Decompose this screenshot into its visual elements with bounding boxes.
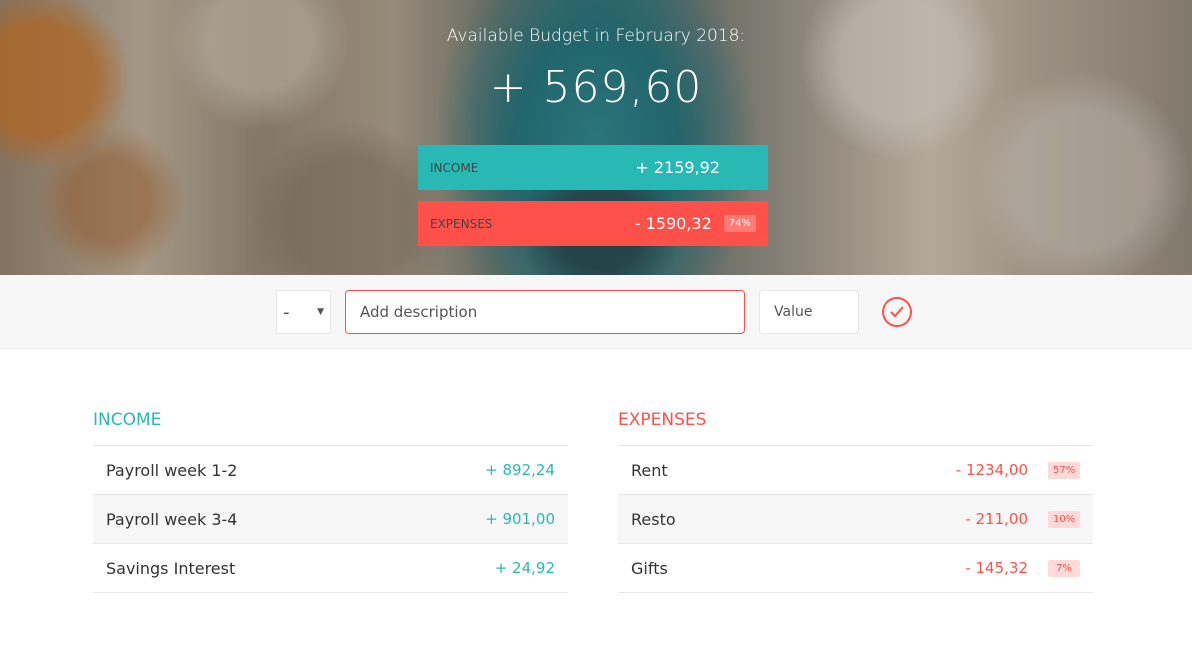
item-description: Savings Interest [106, 558, 236, 578]
header-background: Available Budget in February 2018: + 569… [0, 0, 1192, 275]
item-value: + 901,00 [485, 510, 555, 528]
item-percentage-badge: 10% [1048, 510, 1080, 528]
expenses-summary-percentage: 74% [723, 215, 756, 232]
expenses-summary-label: EXPENSES [430, 216, 493, 231]
budget-title: Available Budget in February 2018: [446, 26, 746, 46]
item-description: Resto [631, 509, 676, 529]
income-summary-label: INCOME [430, 160, 479, 175]
list-item[interactable]: Savings Interest + 24,92 [93, 544, 568, 593]
item-value: - 1234,00 [955, 461, 1028, 479]
chevron-down-icon: ▼ [317, 307, 324, 317]
item-percentage-badge: 7% [1048, 559, 1080, 577]
add-button[interactable] [882, 297, 912, 327]
type-select[interactable]: - ▼ [276, 290, 331, 334]
item-value: - 145,32 [965, 559, 1028, 577]
list-item[interactable]: Gifts - 145,32 7% [618, 544, 1093, 593]
item-value: + 892,24 [485, 461, 555, 479]
expenses-list: EXPENSES Rent - 1234,00 57% Resto - 211,… [618, 410, 1093, 593]
list-item[interactable]: Rent - 1234,00 57% [618, 446, 1093, 495]
item-percentage-badge: 57% [1048, 461, 1080, 479]
budget-value: + 569,60 [489, 62, 703, 113]
type-select-value: - [283, 302, 290, 323]
description-input[interactable] [345, 290, 745, 334]
expenses-summary: EXPENSES - 1590,32 74% [418, 201, 768, 246]
checkmark-icon [890, 306, 904, 318]
item-description: Payroll week 1-2 [106, 460, 238, 480]
expenses-list-title: EXPENSES [618, 410, 1093, 446]
item-value: + 24,92 [494, 559, 555, 577]
income-summary-value: + 2159,92 [635, 158, 720, 177]
income-summary: INCOME + 2159,92 [418, 145, 768, 190]
item-description: Rent [631, 460, 668, 480]
list-item[interactable]: Resto - 211,00 10% [618, 495, 1093, 544]
list-item[interactable]: Payroll week 1-2 + 892,24 [93, 446, 568, 495]
item-value: - 211,00 [965, 510, 1028, 528]
income-list: INCOME Payroll week 1-2 + 892,24 Payroll… [93, 410, 568, 593]
expenses-summary-value: - 1590,32 [634, 214, 712, 233]
item-description: Gifts [631, 558, 668, 578]
value-input[interactable] [759, 290, 859, 334]
item-description: Payroll week 3-4 [106, 509, 238, 529]
add-item-bar: - ▼ [0, 275, 1192, 349]
list-item[interactable]: Payroll week 3-4 + 901,00 [93, 495, 568, 544]
income-list-title: INCOME [93, 410, 568, 446]
